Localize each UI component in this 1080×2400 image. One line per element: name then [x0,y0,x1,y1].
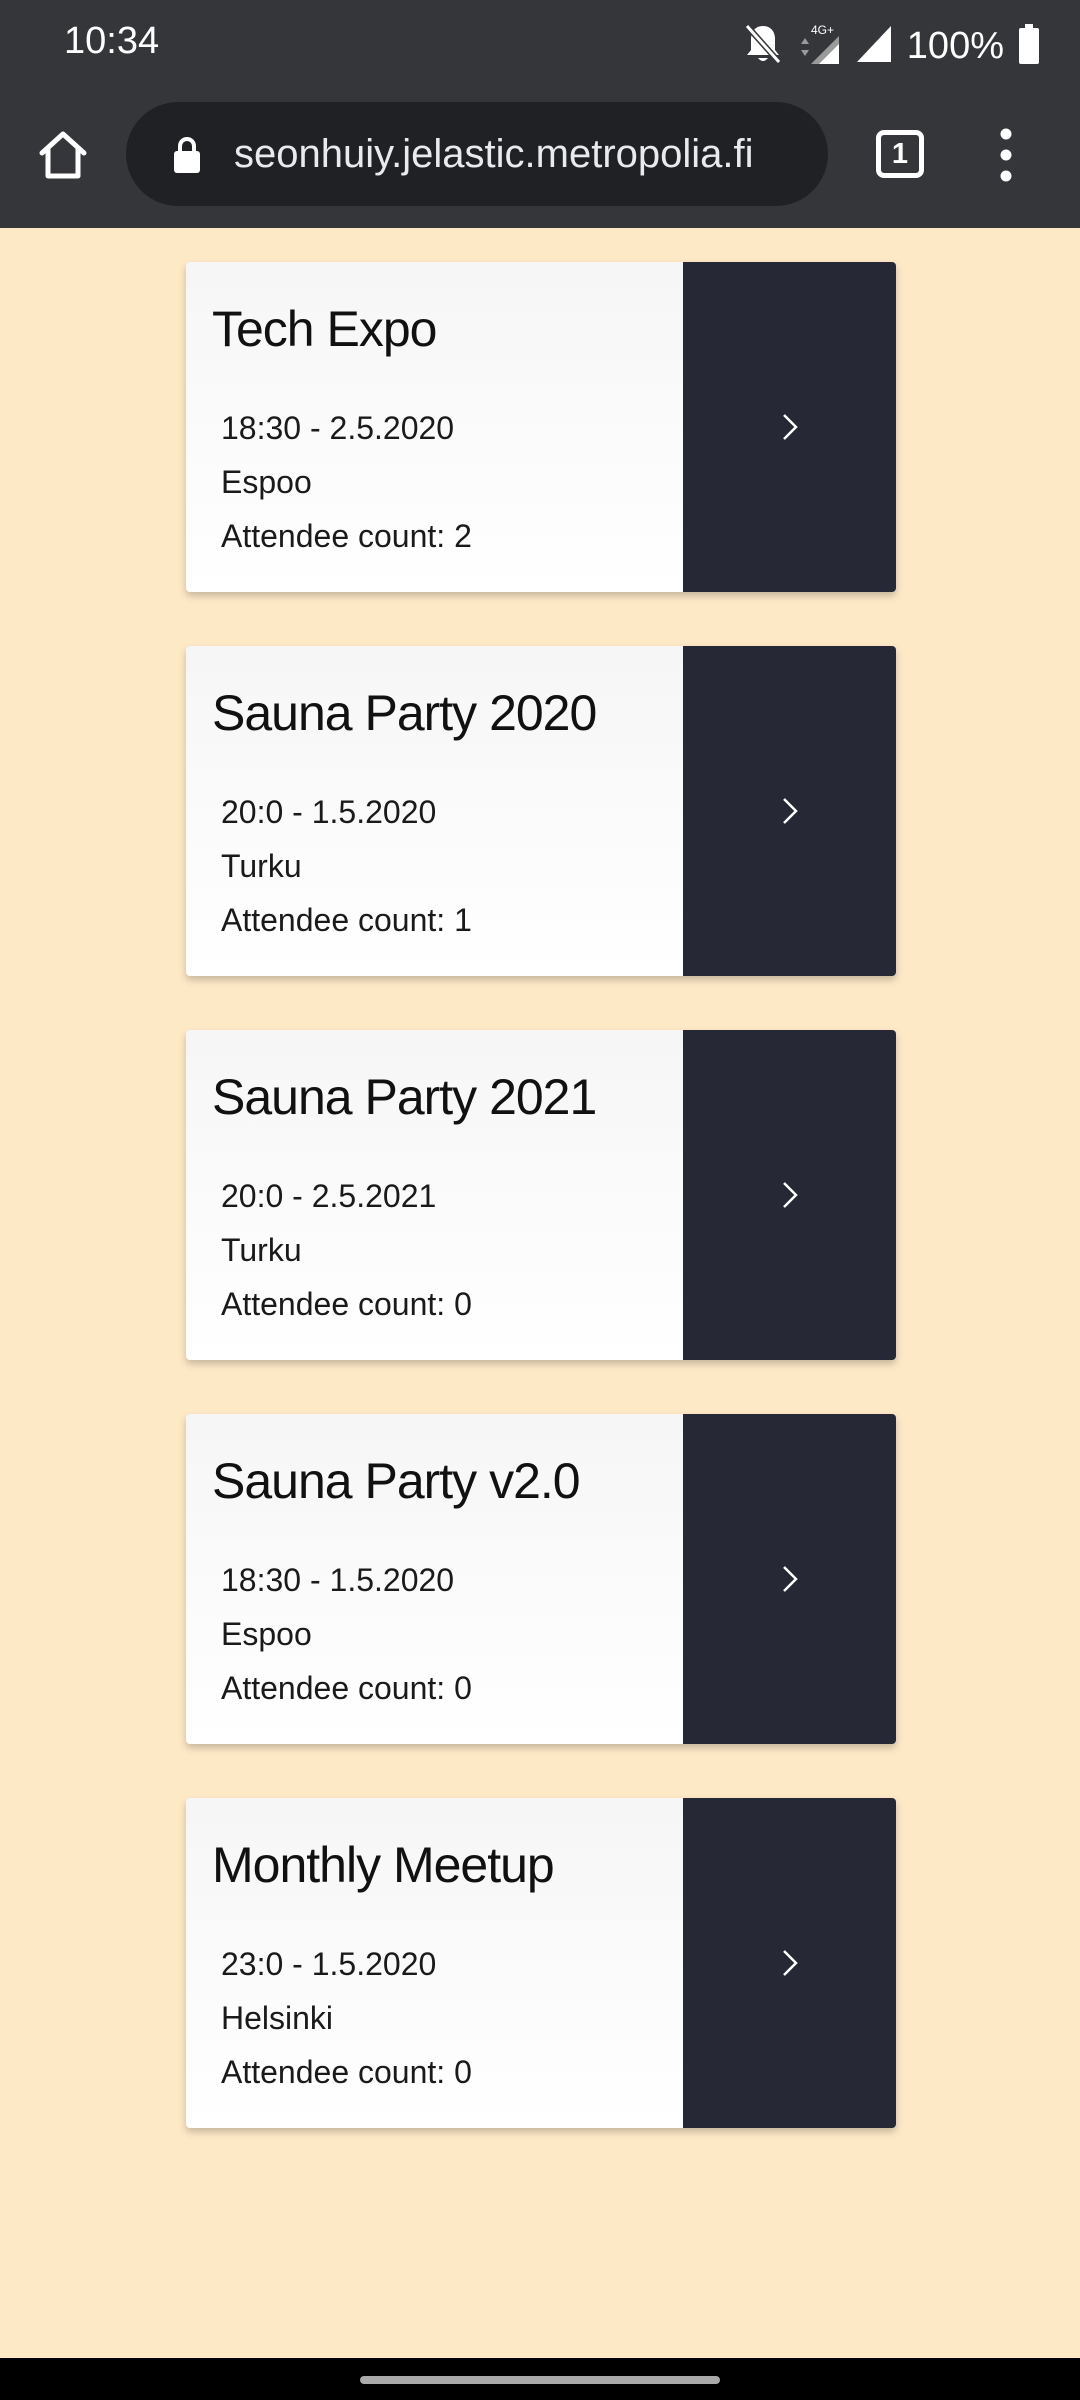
event-card: Tech Expo 18:30 - 2.5.2020 Espoo Attende… [186,262,896,592]
home-gesture-bar[interactable] [360,2376,720,2384]
event-info: Sauna Party v2.0 18:30 - 1.5.2020 Espoo … [186,1414,683,1744]
event-time: 20:0 - 1.5.2020 [221,794,437,830]
event-info: Sauna Party 2021 20:0 - 2.5.2021 Turku A… [186,1030,683,1360]
open-event-button[interactable] [683,1798,896,2128]
event-title: Monthly Meetup [212,1837,555,1893]
status-time: 10:34 [64,20,160,62]
event-title: Sauna Party v2.0 [212,1453,581,1509]
signal-icon [855,24,893,68]
signal-4g-icon: 4G+ [797,22,841,70]
event-attendee-count: Attendee count: 1 [221,902,472,938]
event-time: 20:0 - 2.5.2021 [221,1178,437,1214]
menu-button[interactable] [988,122,1024,188]
event-attendee-count: Attendee count: 0 [221,1286,472,1322]
chevron-right-icon [782,414,798,440]
tabs-button[interactable]: 1 [876,130,924,178]
event-attendee-count: Attendee count: 0 [221,2054,472,2090]
open-event-button[interactable] [683,1030,896,1360]
status-bar: 10:34 4G+ 100% [0,0,1080,92]
event-location: Espoo [221,1616,312,1652]
bell-off-icon [743,22,783,70]
battery-percent: 100% [906,24,1004,67]
event-time: 18:30 - 1.5.2020 [221,1562,455,1598]
open-event-button[interactable] [683,646,896,976]
url-text: seonhuiy.jelastic.metropolia.fi [234,132,754,176]
home-button[interactable] [30,122,96,188]
event-info: Monthly Meetup 23:0 - 1.5.2020 Helsinki … [186,1798,683,2128]
url-bar[interactable]: seonhuiy.jelastic.metropolia.fi [126,102,828,206]
event-location: Helsinki [221,2000,334,2036]
event-card: Sauna Party 2020 20:0 - 1.5.2020 Turku A… [186,646,896,976]
lock-icon [174,137,200,173]
event-title: Tech Expo [212,301,437,357]
chevron-right-icon [782,1182,798,1208]
event-attendee-count: Attendee count: 0 [221,1670,472,1706]
chevron-right-icon [782,1950,798,1976]
event-attendee-count: Attendee count: 2 [221,518,472,554]
battery-icon [1018,24,1040,68]
event-location: Espoo [221,464,312,500]
tab-count: 1 [891,137,909,170]
event-location: Turku [221,1232,302,1268]
event-list: Tech Expo 18:30 - 2.5.2020 Espoo Attende… [186,262,896,2182]
event-info: Sauna Party 2020 20:0 - 1.5.2020 Turku A… [186,646,683,976]
system-nav-bar [0,2358,1080,2400]
event-title: Sauna Party 2021 [212,1069,597,1125]
home-icon [39,131,87,179]
chevron-right-icon [782,1566,798,1592]
open-event-button[interactable] [683,262,896,592]
event-card: Sauna Party v2.0 18:30 - 1.5.2020 Espoo … [186,1414,896,1744]
open-event-button[interactable] [683,1414,896,1744]
network-type-label: 4G+ [811,23,834,37]
menu-dots-icon [1000,128,1012,182]
event-card: Monthly Meetup 23:0 - 1.5.2020 Helsinki … [186,1798,896,2128]
status-icons: 4G+ 100% [743,22,1040,70]
event-card: Sauna Party 2021 20:0 - 2.5.2021 Turku A… [186,1030,896,1360]
event-info: Tech Expo 18:30 - 2.5.2020 Espoo Attende… [186,262,683,592]
event-location: Turku [221,848,302,884]
chevron-right-icon [782,798,798,824]
event-time: 18:30 - 2.5.2020 [221,410,455,446]
browser-toolbar: seonhuiy.jelastic.metropolia.fi 1 [0,92,1080,228]
event-title: Sauna Party 2020 [212,685,597,741]
event-time: 23:0 - 1.5.2020 [221,1946,437,1982]
